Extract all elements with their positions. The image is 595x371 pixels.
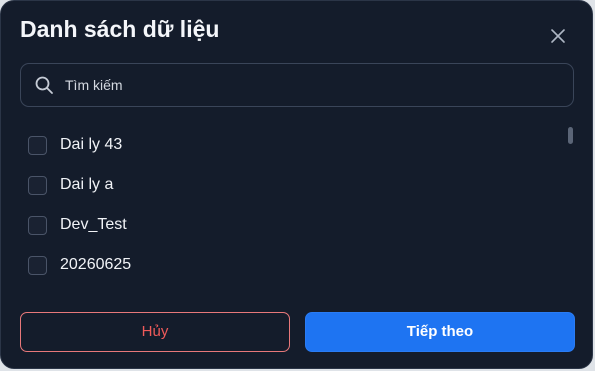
list-item[interactable]: Dev_Test <box>28 215 528 237</box>
item-checkbox[interactable] <box>28 216 47 235</box>
list-item[interactable]: Dai ly a <box>28 175 528 197</box>
item-label: Dai ly 43 <box>60 136 123 153</box>
next-button[interactable]: Tiếp theo <box>305 312 575 352</box>
list-scrollbar[interactable] <box>568 127 573 144</box>
list-item[interactable]: Dai ly 43 <box>28 135 528 157</box>
cancel-button[interactable]: Hủy <box>20 312 290 352</box>
list-item[interactable]: 20260625 <box>28 255 528 277</box>
search-input[interactable] <box>65 64 555 106</box>
close-icon <box>551 29 565 43</box>
search-box <box>20 63 574 107</box>
data-list-dialog: Danh sách dữ liệu Dai ly 43 Dai ly a Dev… <box>0 0 593 369</box>
item-checkbox[interactable] <box>28 256 47 275</box>
item-checkbox[interactable] <box>28 176 47 195</box>
item-label: Dev_Test <box>60 216 127 233</box>
item-checkbox[interactable] <box>28 136 47 155</box>
search-icon <box>35 76 53 94</box>
item-label: 20260625 <box>60 256 132 273</box>
item-label: Dai ly a <box>60 176 114 193</box>
dialog-title: Danh sách dữ liệu <box>20 16 220 42</box>
close-button[interactable] <box>547 25 569 47</box>
data-list: Dai ly 43 Dai ly a Dev_Test 20260625 <box>1 125 581 285</box>
